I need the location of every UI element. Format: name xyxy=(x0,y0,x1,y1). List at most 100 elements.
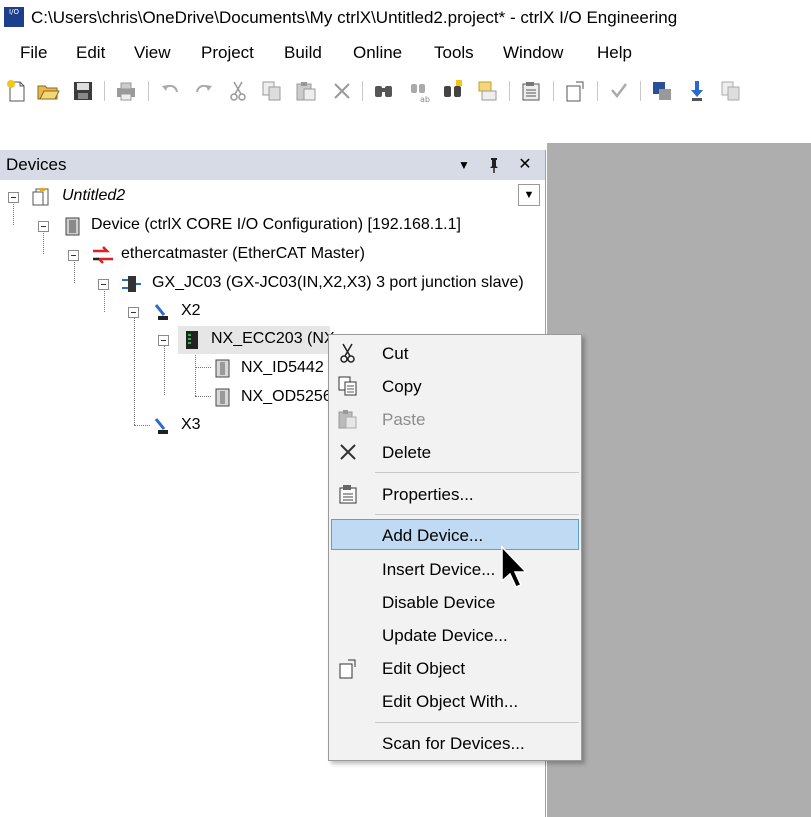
menu-item-edit-object-with[interactable]: Edit Object With... xyxy=(331,685,579,716)
window-title: C:\Users\chris\OneDrive\Documents\My ctr… xyxy=(31,8,678,27)
cut-icon[interactable] xyxy=(225,78,251,104)
editor-area xyxy=(547,143,811,817)
find-next-icon[interactable] xyxy=(440,78,466,104)
menu-item-label: Copy xyxy=(382,377,422,396)
panel-dropdown-icon[interactable]: ▼ xyxy=(454,155,474,175)
tree-node-label: GX_JC03 (GX-JC03(IN,X2,X3) 3 port juncti… xyxy=(152,274,524,291)
tree-node-label: NX_ECC203 (NX xyxy=(211,330,335,347)
toolbar: ab xyxy=(0,72,811,108)
properties-icon[interactable] xyxy=(518,78,544,104)
tree-node-ethercat-master[interactable]: ethercatmaster (EtherCAT Master) xyxy=(0,241,540,269)
toolbar-separator xyxy=(597,81,598,101)
menu-item-label: Update Device... xyxy=(382,626,508,645)
download-icon[interactable] xyxy=(684,78,710,104)
collapse-toggle[interactable] xyxy=(8,192,19,203)
toolbar-separator xyxy=(362,81,363,101)
menu-item-scan-for-devices[interactable]: Scan for Devices... xyxy=(331,727,579,758)
port-icon xyxy=(152,302,172,322)
menu-edit[interactable]: Edit xyxy=(76,43,105,63)
menu-item-cut[interactable]: Cut xyxy=(331,337,579,368)
app-icon: I/O xyxy=(4,7,24,27)
menu-item-update-device[interactable]: Update Device... xyxy=(331,619,579,650)
menu-item-add-device[interactable]: Add Device... xyxy=(331,519,579,550)
menu-online[interactable]: Online xyxy=(353,43,402,63)
module-icon xyxy=(212,387,232,407)
tree-node-label: Untitled2 xyxy=(62,187,126,204)
menu-help[interactable]: Help xyxy=(597,43,632,63)
tree-node-device[interactable]: Device (ctrlX CORE I/O Configuration) [1… xyxy=(0,212,540,240)
scissors-icon xyxy=(337,342,359,364)
replace-icon[interactable] xyxy=(474,78,500,104)
menu-item-label: Cut xyxy=(382,344,409,363)
collapse-toggle[interactable] xyxy=(38,221,49,232)
undo-icon[interactable] xyxy=(157,78,183,104)
menu-project[interactable]: Project xyxy=(201,43,254,63)
menu-item-insert-device[interactable]: Insert Device... xyxy=(331,553,579,584)
paste-icon[interactable] xyxy=(293,78,319,104)
menu-window[interactable]: Window xyxy=(503,43,563,63)
menu-separator xyxy=(375,722,579,723)
redo-icon[interactable] xyxy=(191,78,217,104)
tree-node-nx-od5256[interactable]: NX_OD5256 xyxy=(0,384,332,412)
edit-object-icon[interactable] xyxy=(562,78,588,104)
menu-tools[interactable]: Tools xyxy=(434,43,474,63)
module-icon xyxy=(212,358,232,378)
copy-icon xyxy=(337,375,359,397)
title-bar: I/O C:\Users\chris\OneDrive\Documents\My… xyxy=(0,0,811,36)
menu-item-label: Edit Object With... xyxy=(382,692,519,711)
menu-item-label: Paste xyxy=(382,410,426,429)
collapse-toggle[interactable] xyxy=(158,335,169,346)
menu-item-label: Delete xyxy=(382,443,432,462)
menu-item-delete[interactable]: Delete xyxy=(331,436,579,467)
collapse-toggle[interactable] xyxy=(128,307,139,318)
context-menu: Cut Copy Paste Delete Properties... Add … xyxy=(328,334,582,761)
properties-icon xyxy=(337,483,359,505)
tree-node-nx-id5442[interactable]: NX_ID5442 xyxy=(0,355,330,383)
bookmark-icon[interactable] xyxy=(606,78,632,104)
menu-item-label: Insert Device... xyxy=(382,560,496,579)
menu-bar: File Edit View Project Build Online Tool… xyxy=(0,36,811,70)
menu-item-copy[interactable]: Copy xyxy=(331,370,579,401)
project-icon xyxy=(31,187,51,207)
device-icon xyxy=(62,216,82,236)
menu-item-properties[interactable]: Properties... xyxy=(331,478,579,509)
pin-icon[interactable] xyxy=(484,155,504,175)
delete-icon xyxy=(337,441,359,463)
tree-node-nx-ecc203[interactable]: NX_ECC203 (NX xyxy=(0,326,340,354)
open-folder-icon[interactable] xyxy=(35,78,61,104)
copy-device-icon[interactable] xyxy=(718,78,744,104)
save-icon[interactable] xyxy=(70,78,96,104)
copy-icon[interactable] xyxy=(259,78,285,104)
tree-node-label: ethercatmaster (EtherCAT Master) xyxy=(121,245,365,262)
find-replace-icon[interactable]: ab xyxy=(405,78,431,104)
menu-separator xyxy=(375,514,579,515)
menu-item-label: Properties... xyxy=(382,485,474,504)
panel-title: Devices xyxy=(6,155,67,174)
collapse-toggle[interactable] xyxy=(68,250,79,261)
tree-node-project[interactable]: Untitled2 xyxy=(0,183,540,211)
edit-object-icon xyxy=(337,657,359,679)
menu-item-paste[interactable]: Paste xyxy=(331,403,579,434)
ethercat-master-icon xyxy=(91,245,113,265)
close-icon[interactable]: ✕ xyxy=(515,155,535,175)
login-icon[interactable] xyxy=(649,78,675,104)
tree-node-gx-jc03[interactable]: GX_JC03 (GX-JC03(IN,X2,X3) 3 port juncti… xyxy=(0,270,540,298)
print-icon[interactable] xyxy=(113,78,139,104)
menu-item-disable-device[interactable]: Disable Device xyxy=(331,586,579,617)
find-icon[interactable] xyxy=(371,78,397,104)
delete-icon[interactable] xyxy=(329,78,355,104)
tree-node-x2[interactable]: X2 xyxy=(0,298,540,326)
collapse-toggle[interactable] xyxy=(98,279,109,290)
toolbar-separator xyxy=(104,81,105,101)
mouse-cursor-icon xyxy=(500,545,530,590)
new-project-icon[interactable] xyxy=(4,78,30,104)
menu-item-label: Add Device... xyxy=(382,526,484,545)
tree-node-x3[interactable]: X3 xyxy=(0,412,330,440)
tree-node-label: X2 xyxy=(181,302,201,319)
toolbar-separator xyxy=(509,81,510,101)
menu-build[interactable]: Build xyxy=(284,43,322,63)
menu-file[interactable]: File xyxy=(20,43,47,63)
menu-item-label: Edit Object xyxy=(382,659,466,678)
menu-item-edit-object[interactable]: Edit Object xyxy=(331,652,579,683)
menu-view[interactable]: View xyxy=(134,43,171,63)
